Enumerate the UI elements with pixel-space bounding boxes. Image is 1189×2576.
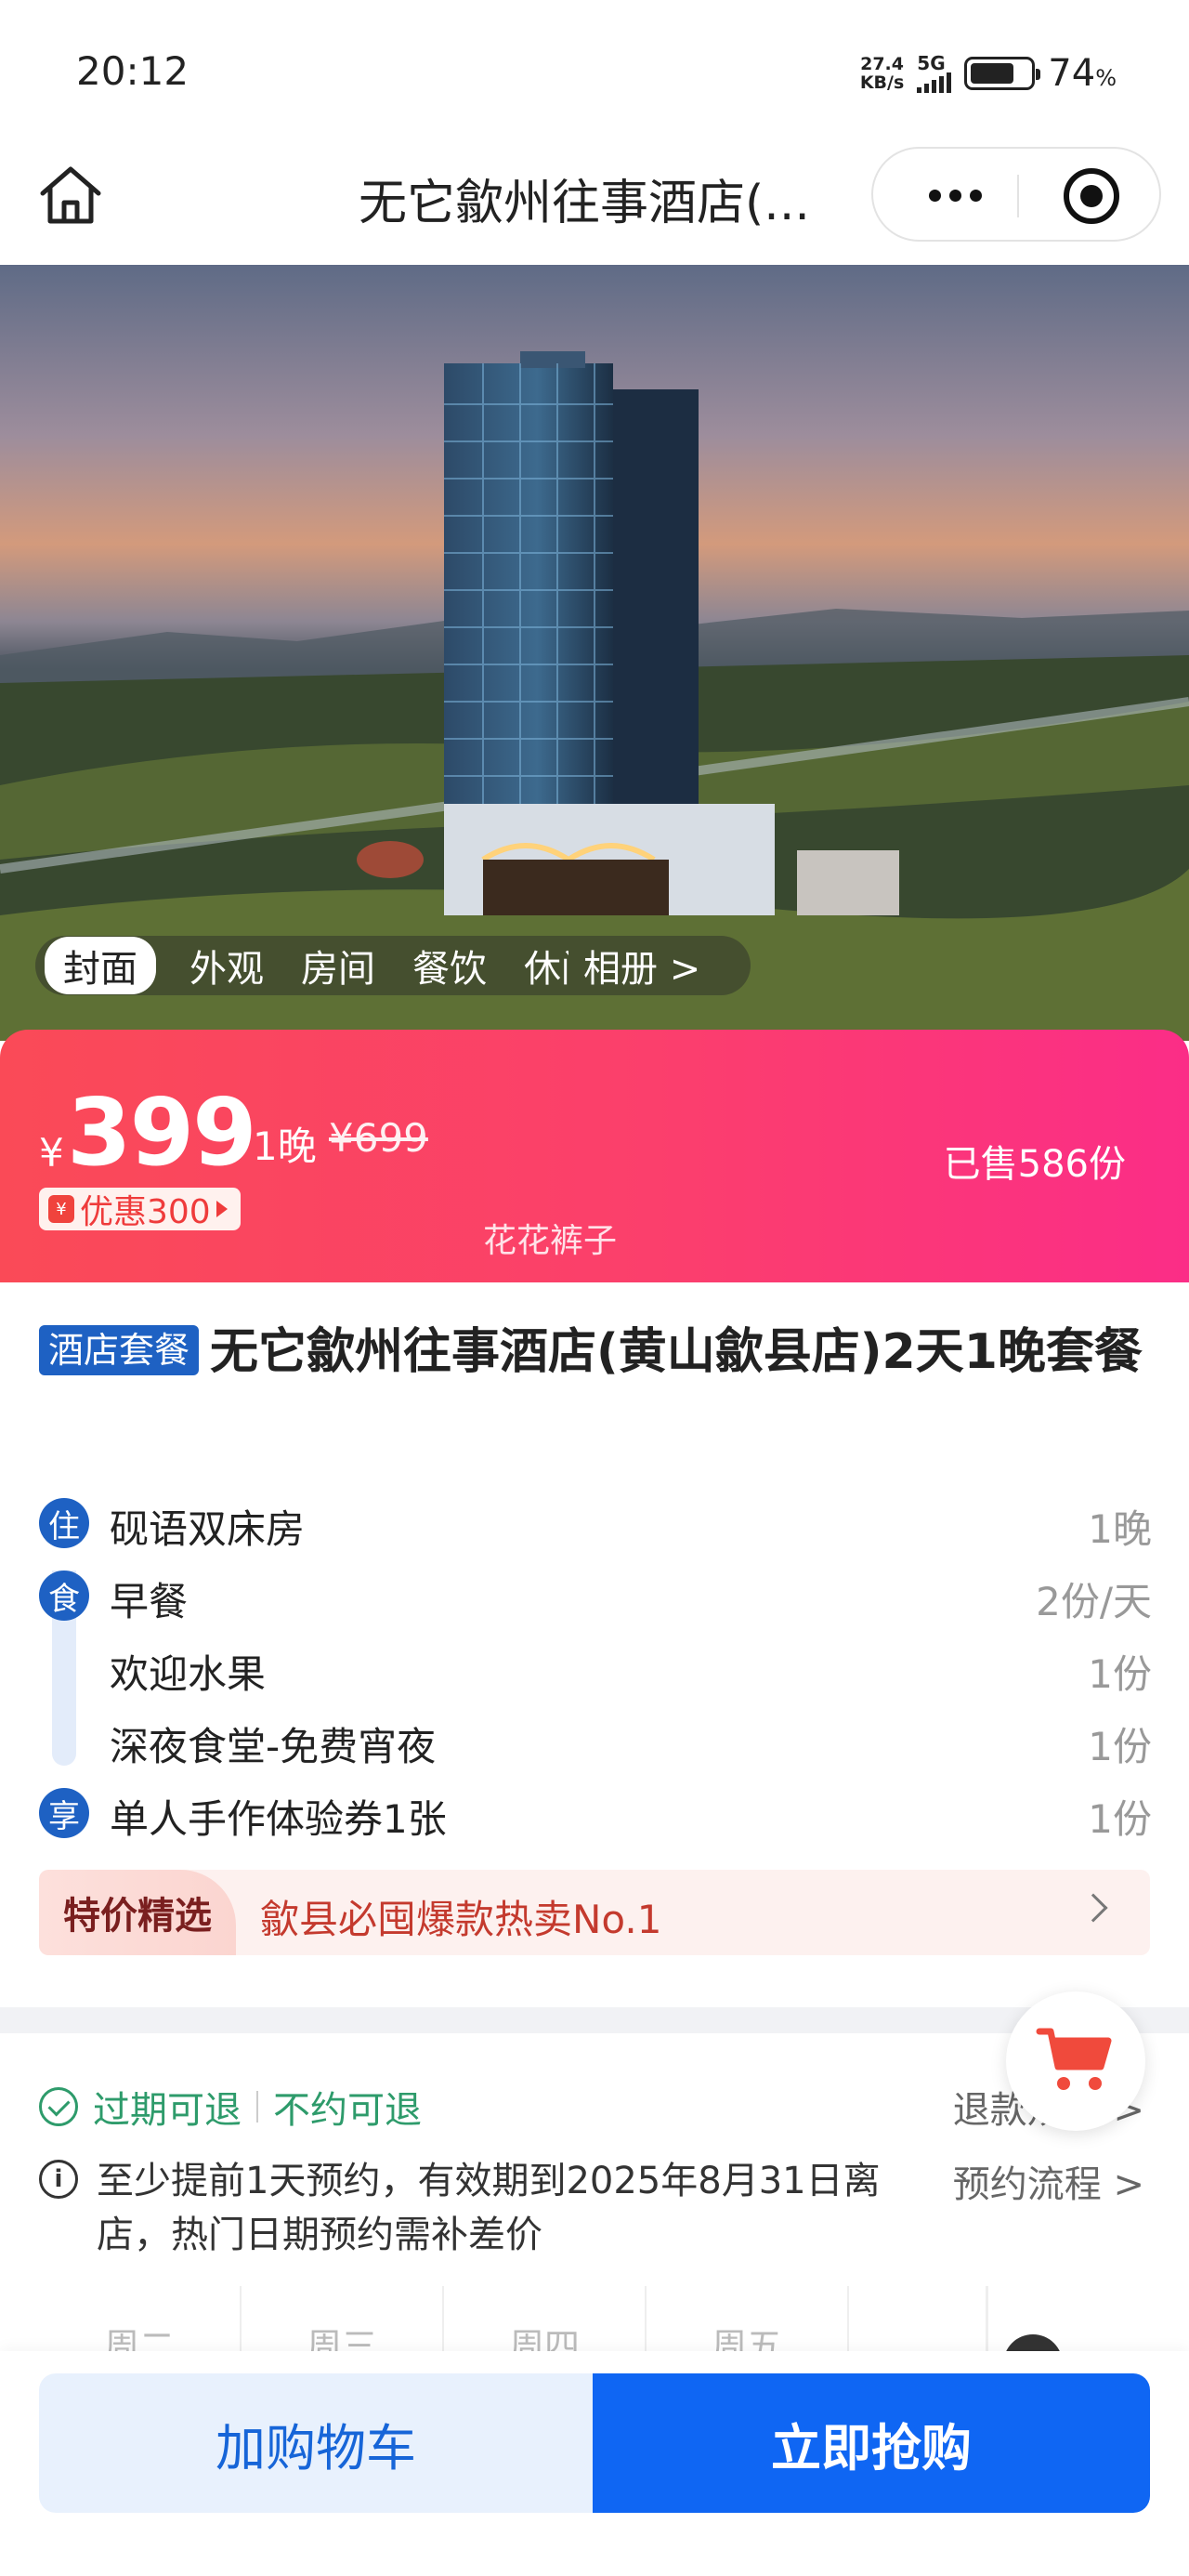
refund-separator <box>256 2091 258 2123</box>
more-icon[interactable] <box>918 171 992 219</box>
page-title: 无它歙州往事酒店(... <box>359 176 810 231</box>
album-tabs: 封面 外观 房间 餐饮 休闲 相册 > <box>35 936 751 995</box>
battery-icon <box>964 57 1041 90</box>
refund-policy: 过期可退 不约可退 <box>39 2080 422 2134</box>
album-tab-dining[interactable]: 餐饮 <box>412 939 487 992</box>
item-qty: 1份 <box>1088 1796 1152 1842</box>
chevron-right-icon <box>216 1201 228 1217</box>
status-time: 20:12 <box>76 48 189 94</box>
price-banner: ¥ 399 1晚 ¥699 ¥ 优惠300 已售586份 花花裤子 <box>0 1030 1189 1282</box>
nav-bar: 无它歙州往事酒店(... <box>0 139 1189 265</box>
watermark: 花花裤子 <box>483 1222 618 1260</box>
album-tab-leisure[interactable]: 休闲 <box>524 939 568 992</box>
chevron-right-icon <box>1078 1893 1108 1923</box>
battery-level-fill <box>971 63 1014 84</box>
floating-cart-button[interactable] <box>1006 1991 1145 2131</box>
unused-refund-label: 不约可退 <box>273 2089 422 2132</box>
enjoy-badge-icon: 享 <box>39 1788 89 1838</box>
album-more-link[interactable]: 相册 > <box>583 939 700 992</box>
album-tab-rooms[interactable]: 房间 <box>301 939 375 992</box>
booking-flow-link[interactable]: 预约流程 > <box>953 2154 1144 2208</box>
mini-program-capsule <box>871 147 1161 242</box>
price-amount: 399 <box>67 1078 257 1187</box>
list-item: 深夜食堂-免费宵夜 1份 <box>0 1704 1189 1777</box>
item-qty: 1份 <box>1088 1651 1152 1697</box>
buy-now-button[interactable]: 立即抢购 <box>593 2373 1150 2513</box>
list-item: 享 单人手作体验券1张 1份 <box>0 1777 1189 1849</box>
section-divider <box>0 2007 1189 2033</box>
network-speed-unit: KB/s <box>859 72 905 93</box>
status-bar: 20:12 27.4 KB/s 5G 74% <box>0 0 1189 139</box>
discount-tag[interactable]: ¥ 优惠300 <box>39 1188 241 1231</box>
album-tab-exterior[interactable]: 外观 <box>189 939 264 992</box>
special-tag: 特价精选 <box>39 1870 236 1955</box>
add-to-cart-button[interactable]: 加购物车 <box>39 2373 593 2513</box>
item-qty: 1份 <box>1088 1724 1152 1769</box>
status-indicators: 27.4 KB/s 5G 74% <box>860 52 1117 95</box>
money-bag-icon: ¥ <box>48 1195 74 1223</box>
network-type: 5G <box>917 52 946 74</box>
hotel-photo <box>0 265 1189 1041</box>
sold-count: 已售586份 <box>943 1143 1126 1186</box>
signal-bars-icon <box>917 72 952 93</box>
package-items: 住 砚语双床房 1晚 食 早餐 2份/天 欢迎水果 1份 深夜食堂-免费宵夜 1… <box>0 1487 1189 1849</box>
info-icon: i <box>39 2160 78 2199</box>
item-name: 砚语双床房 <box>110 1506 306 1552</box>
notice-text: 至少提前1天预约，有效期到2025年8月31日离店，热门日期预约需补差价 <box>97 2160 881 2256</box>
list-item: 食 早餐 2份/天 <box>0 1559 1189 1632</box>
booking-notice: i 至少提前1天预约，有效期到2025年8月31日离店，热门日期预约需补差价 <box>39 2154 921 2262</box>
check-circle-icon <box>39 2087 78 2126</box>
item-qty: 1晚 <box>1088 1506 1152 1552</box>
network-speed: 27.4 KB/s <box>860 55 904 92</box>
special-text: 歙县必囤爆款热卖No.1 <box>260 1897 662 1942</box>
list-item: 欢迎水果 1份 <box>0 1632 1189 1704</box>
item-qty: 2份/天 <box>1036 1579 1152 1624</box>
network-speed-value: 27.4 <box>860 54 904 74</box>
list-item: 住 砚语双床房 1晚 <box>0 1487 1189 1559</box>
product-title: 酒店套餐 无它歙州往事酒店(黄山歙县店)2天1晚套餐 <box>39 1318 1154 1387</box>
shopping-cart-icon <box>1036 2028 1112 2090</box>
item-name: 深夜食堂-免费宵夜 <box>110 1724 437 1769</box>
product-title-text: 无它歙州往事酒店(黄山歙县店)2天1晚套餐 <box>210 1324 1143 1380</box>
signal-icon: 5G <box>917 52 952 93</box>
battery-percent-value: 74 <box>1048 52 1096 95</box>
price-currency: ¥ <box>39 1130 64 1176</box>
close-target-icon[interactable] <box>1064 168 1119 224</box>
date-cell[interactable] <box>849 2286 988 2360</box>
battery-percent: 74% <box>1048 52 1117 95</box>
food-badge-icon: 食 <box>39 1571 89 1621</box>
item-name: 欢迎水果 <box>110 1651 267 1697</box>
battery-percent-unit: % <box>1095 65 1117 91</box>
date-cell[interactable]: 周五 <box>647 2286 849 2367</box>
item-name: 单人手作体验券1张 <box>110 1796 447 1842</box>
date-cell[interactable]: 周四 <box>444 2286 647 2367</box>
stay-badge-icon: 住 <box>39 1498 89 1548</box>
date-cell[interactable]: 周三 <box>242 2286 444 2367</box>
hero-image[interactable]: 封面 外观 房间 餐饮 休闲 相册 > <box>0 265 1189 1041</box>
special-selection-banner[interactable]: 特价精选 歙县必囤爆款热卖No.1 <box>39 1870 1150 1955</box>
price-unit: 1晚 <box>253 1124 317 1169</box>
package-tag: 酒店套餐 <box>39 1325 200 1375</box>
album-tab-cover[interactable]: 封面 <box>45 937 156 994</box>
original-price: ¥699 <box>329 1115 428 1161</box>
discount-text: 优惠300 <box>80 1193 211 1231</box>
bottom-action-bar: 加购物车 立即抢购 <box>0 2351 1189 2576</box>
expired-refund-label: 过期可退 <box>93 2089 242 2132</box>
capsule-divider <box>1017 175 1019 217</box>
item-name: 早餐 <box>110 1579 189 1624</box>
date-cell[interactable]: 周二 <box>39 2286 242 2367</box>
home-icon[interactable] <box>35 160 106 230</box>
